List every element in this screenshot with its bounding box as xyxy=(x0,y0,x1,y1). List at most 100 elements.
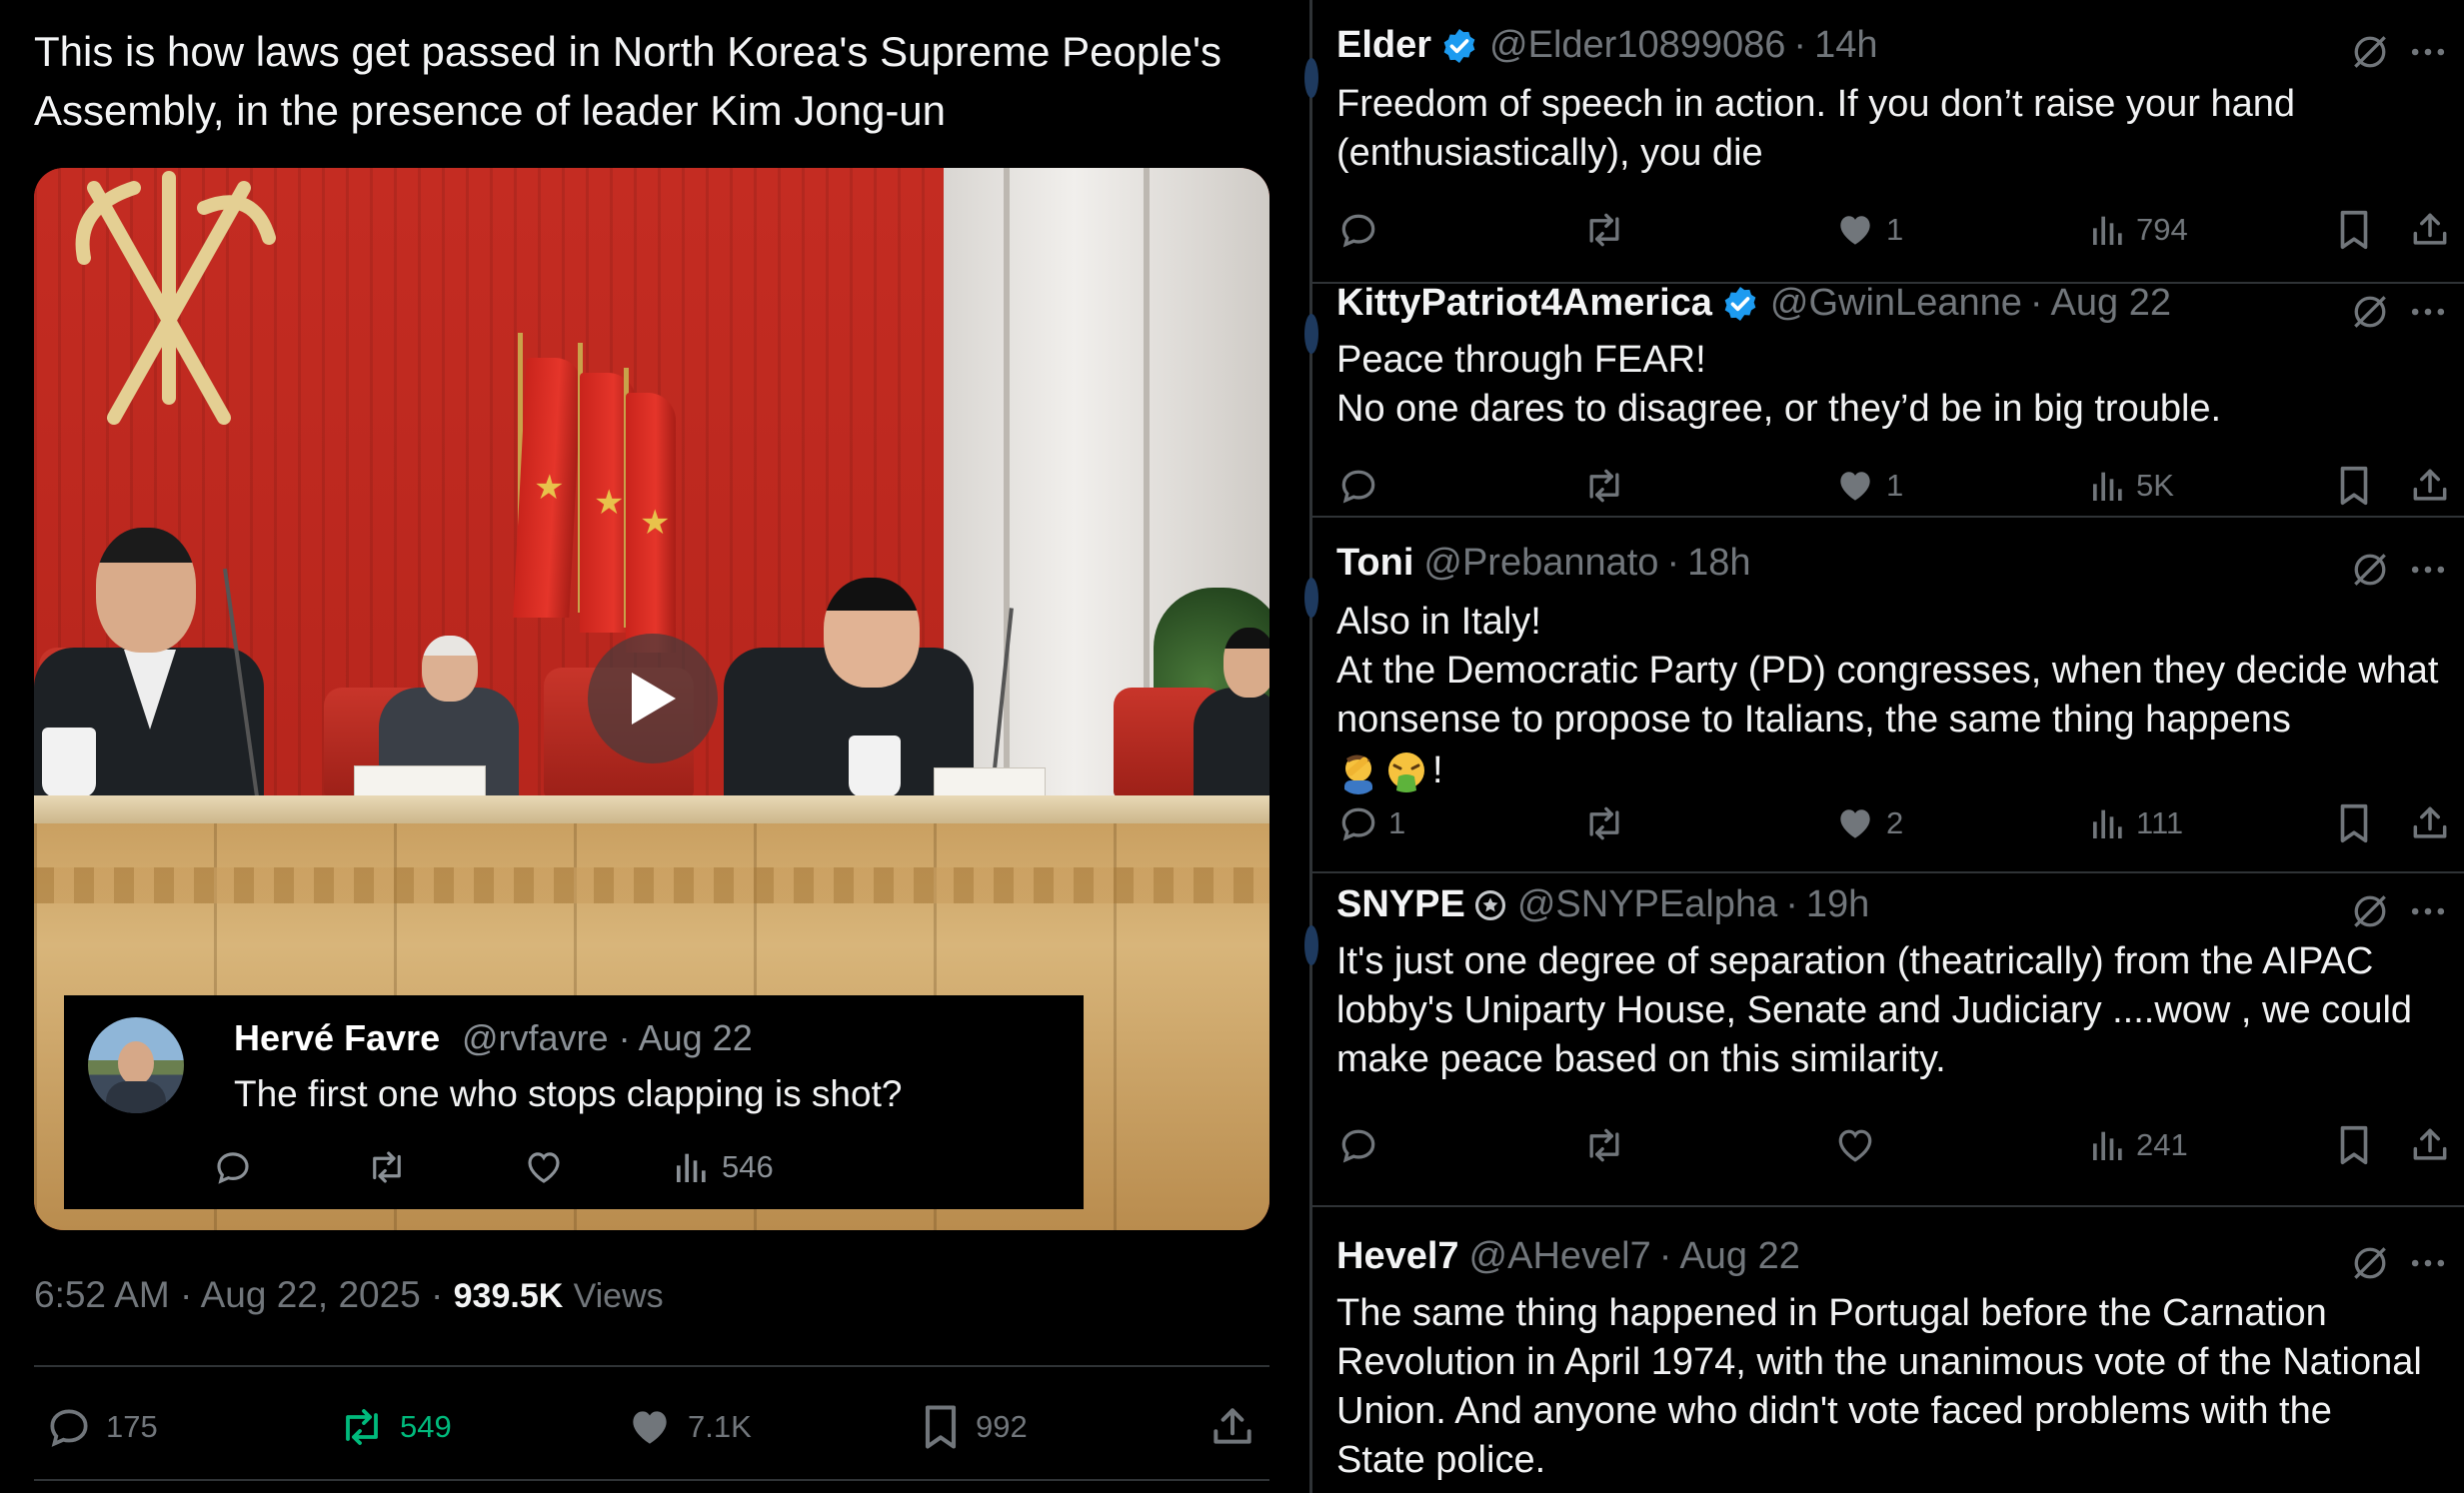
heart-icon xyxy=(1840,809,1870,838)
share-button[interactable] xyxy=(2408,462,2460,510)
author-name[interactable]: Toni xyxy=(1336,542,1413,585)
views-count: 794 xyxy=(2136,212,2188,247)
reply-button[interactable] xyxy=(1336,1121,1388,1169)
share-button[interactable] xyxy=(1208,1401,1269,1453)
author-name[interactable]: Hevel7 xyxy=(1336,1235,1459,1278)
grok-icon[interactable] xyxy=(2348,30,2392,74)
repost-button[interactable]: 549 xyxy=(336,1401,452,1453)
like-button[interactable]: 2 xyxy=(1832,799,1903,847)
reply-time[interactable]: 14h xyxy=(1814,24,1877,67)
reply-item[interactable]: Toni @Prebannato · 18h Also in Italy! At… xyxy=(1304,518,2464,873)
bookmark-button[interactable] xyxy=(2334,462,2382,510)
bookmark-button[interactable]: 992 xyxy=(918,1401,1028,1453)
reply-button[interactable] xyxy=(1336,462,1388,510)
bookmark-button[interactable] xyxy=(2334,206,2382,254)
bookmark-button[interactable] xyxy=(2334,799,2382,847)
grok-icon[interactable] xyxy=(2348,290,2392,334)
face-vomiting-emoji-icon xyxy=(1388,751,1424,792)
views-button[interactable]: 111 xyxy=(2088,799,2183,847)
avatar[interactable] xyxy=(88,1017,184,1113)
more-options-icon[interactable] xyxy=(2406,30,2450,74)
post-date[interactable]: Aug 22, 2025 xyxy=(201,1274,421,1315)
views-button[interactable]: 241 xyxy=(2088,1121,2188,1169)
views-label: Views xyxy=(573,1277,664,1315)
views-button[interactable]: 546 xyxy=(672,1145,774,1189)
bookmark-icon xyxy=(2340,466,2368,506)
quote-date[interactable]: Aug 22 xyxy=(639,1017,753,1058)
like-button[interactable]: 1 xyxy=(1832,462,1903,510)
reply-time[interactable]: 19h xyxy=(1806,883,1869,926)
author-handle[interactable]: @AHevel7 xyxy=(1469,1235,1651,1278)
author-handle[interactable]: @Prebannato xyxy=(1423,542,1658,585)
reply-header: KittyPatriot4America @GwinLeanne · Aug 2… xyxy=(1336,282,2171,325)
quoted-reply-card[interactable]: Hervé Favre @rvfavre · Aug 22 The first … xyxy=(64,995,1084,1209)
share-icon xyxy=(2413,806,2447,838)
share-button[interactable] xyxy=(2408,799,2460,847)
avatar[interactable] xyxy=(1304,58,1318,98)
reply-button[interactable] xyxy=(212,1145,254,1189)
reply-item[interactable]: Hevel7 @AHevel7 · Aug 22 The same thing … xyxy=(1312,1207,2464,1493)
views-button[interactable]: 5K xyxy=(2088,462,2174,510)
play-icon xyxy=(632,673,676,725)
more-options-icon[interactable] xyxy=(2406,1241,2450,1285)
author-handle[interactable]: @SNYPEalpha xyxy=(1517,883,1777,926)
more-options-icon[interactable] xyxy=(2406,889,2450,933)
post-timestamp: 6:52 AM · Aug 22, 2025 · 939.5K Views xyxy=(34,1274,664,1315)
like-button[interactable] xyxy=(1832,1121,1886,1169)
avatar[interactable] xyxy=(1304,578,1318,618)
like-button[interactable]: 1 xyxy=(1832,206,1903,254)
avatar[interactable] xyxy=(1304,925,1318,965)
repost-button[interactable] xyxy=(1580,799,1636,847)
teacup xyxy=(849,736,901,797)
author-name[interactable]: SNYPE xyxy=(1336,883,1465,926)
quote-author-name[interactable]: Hervé Favre xyxy=(234,1017,440,1059)
share-button[interactable] xyxy=(2408,1121,2460,1169)
reply-item[interactable]: SNYPE @SNYPEalpha · 19h It's just one de… xyxy=(1304,873,2464,1207)
repost-button[interactable] xyxy=(1580,206,1636,254)
author-handle[interactable]: @GwinLeanne xyxy=(1770,282,2022,325)
bookmark-button[interactable] xyxy=(2334,1121,2382,1169)
reply-header: Hevel7 @AHevel7 · Aug 22 xyxy=(1336,1235,1800,1278)
bookmark-icon xyxy=(925,1405,957,1449)
like-button[interactable] xyxy=(522,1145,566,1189)
more-options-icon[interactable] xyxy=(2406,290,2450,334)
views-button[interactable]: 794 xyxy=(2088,206,2188,254)
quote-handle[interactable]: @rvfavre xyxy=(462,1017,609,1058)
reply-time[interactable]: 18h xyxy=(1687,542,1750,585)
grok-icon[interactable] xyxy=(2348,548,2392,592)
reply-button[interactable]: 1 xyxy=(1336,799,1405,847)
reply-button[interactable]: 175 xyxy=(44,1401,158,1453)
verified-badge-icon xyxy=(1439,26,1479,66)
reply-button[interactable] xyxy=(1336,206,1388,254)
repost-button[interactable] xyxy=(1580,462,1636,510)
flag: ★ xyxy=(626,393,676,653)
reply-time[interactable]: Aug 22 xyxy=(1679,1235,1799,1278)
reply-icon xyxy=(1341,807,1375,841)
more-options-icon[interactable] xyxy=(2406,548,2450,592)
like-count: 2 xyxy=(1886,805,1904,840)
like-button[interactable]: 7.1K xyxy=(624,1401,752,1453)
reply-item[interactable]: Elder @Elder10899086 · 14h Freedom of sp… xyxy=(1304,0,2464,284)
share-icon xyxy=(2413,213,2447,245)
video-player[interactable]: ★ ★ ★ Hervé Favre @rvfavre · Aug 22 The … xyxy=(34,168,1269,1230)
author-handle[interactable]: @Elder10899086 xyxy=(1489,24,1785,67)
play-button[interactable] xyxy=(588,634,718,763)
analytics-icon xyxy=(2093,809,2122,838)
repost-icon xyxy=(1589,213,1619,247)
verified-badge-icon xyxy=(1720,284,1760,324)
quote-meta: @rvfavre · Aug 22 xyxy=(462,1017,753,1058)
repost-button[interactable] xyxy=(364,1145,410,1189)
avatar[interactable] xyxy=(1304,314,1318,354)
reply-text: The same thing happened in Portugal befo… xyxy=(1336,1292,2422,1481)
author-name[interactable]: Elder xyxy=(1336,24,1431,67)
analytics-icon xyxy=(677,1153,706,1182)
post-time[interactable]: 6:52 AM xyxy=(34,1274,170,1315)
reply-time[interactable]: Aug 22 xyxy=(2051,282,2171,325)
reply-item[interactable]: KittyPatriot4America @GwinLeanne · Aug 2… xyxy=(1304,282,2464,518)
share-icon xyxy=(2413,469,2447,501)
grok-icon[interactable] xyxy=(2348,889,2392,933)
repost-button[interactable] xyxy=(1580,1121,1636,1169)
grok-icon[interactable] xyxy=(2348,1241,2392,1285)
author-name[interactable]: KittyPatriot4America xyxy=(1336,282,1712,325)
share-button[interactable] xyxy=(2408,206,2460,254)
